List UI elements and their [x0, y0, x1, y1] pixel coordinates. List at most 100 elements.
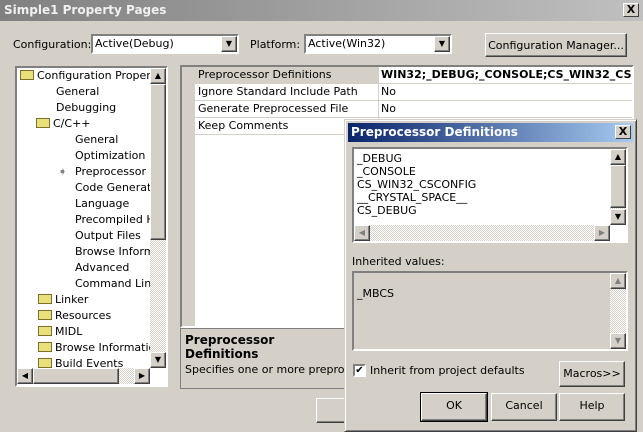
- tree-item[interactable]: MIDL: [38, 324, 82, 340]
- platform-select[interactable]: Active(Win32) ▼: [304, 34, 452, 54]
- inherited-scrollbar: ▲ ▼: [610, 273, 626, 349]
- definitions-vertical-scrollbar[interactable]: ▲ ▼: [610, 149, 626, 225]
- tree-item-label: General: [75, 133, 119, 146]
- property-row[interactable]: Ignore Standard Include Path No: [195, 84, 632, 101]
- tree-item-label: Debugging: [56, 101, 117, 114]
- tree-item[interactable]: Precompiled Headers: [75, 212, 150, 228]
- selected-arrow-icon: ➧: [58, 165, 68, 178]
- platform-value: Active(Win32): [308, 37, 386, 50]
- folder-icon: [38, 294, 52, 304]
- folder-icon: [38, 310, 52, 320]
- tree-item-label: Output Files: [75, 229, 141, 242]
- scroll-thumb[interactable]: [610, 165, 626, 208]
- tree-vertical-scrollbar[interactable]: ▲ ▼: [150, 68, 166, 368]
- help-button[interactable]: Help: [559, 393, 625, 421]
- folder-icon: [38, 358, 52, 368]
- description-panel: Preprocessor Definitions Specifies one o…: [180, 328, 424, 389]
- definition-line: _CONSOLE: [357, 165, 416, 178]
- tree-item[interactable]: Browse Information: [38, 340, 150, 356]
- scroll-down-icon: ▼: [610, 333, 626, 349]
- tree-item-label: MIDL: [55, 325, 83, 338]
- window-title-bar: Simple1 Property Pages: [0, 0, 643, 21]
- definitions-editor[interactable]: _DEBUG _CONSOLE CS_WIN32_CSCONFIG __CRYSTAL…: [352, 147, 628, 243]
- scroll-down-icon[interactable]: ▼: [150, 352, 166, 368]
- platform-label: Platform:: [250, 38, 301, 51]
- tree-item[interactable]: Command Line: [75, 276, 150, 292]
- macros-button[interactable]: Macros>>: [559, 361, 625, 387]
- settings-tree[interactable]: Configuration Properties General Debugging…: [15, 66, 168, 387]
- configuration-label: Configuration:: [13, 38, 92, 51]
- tree-horizontal-scrollbar[interactable]: ◀ ▶: [17, 368, 150, 384]
- property-name: Generate Preprocessed File: [195, 101, 379, 117]
- tree-item[interactable]: ➧ Preprocessor: [58, 164, 147, 180]
- tree-item[interactable]: Advanced: [75, 260, 129, 276]
- folder-icon: [38, 342, 52, 352]
- property-value[interactable]: WIN32;_DEBUG;_CONSOLE;CS_WIN32_CSCONFIG: [381, 67, 632, 83]
- scroll-thumb[interactable]: [150, 84, 166, 240]
- tree-item-label: C/C++: [53, 117, 91, 130]
- tree-item[interactable]: Build Events: [38, 356, 123, 368]
- tree-item-label: Command Line: [75, 277, 150, 290]
- description-text: Specifies one or more preprocessor defin…: [185, 363, 424, 376]
- definition-line: _DEBUG: [357, 152, 403, 165]
- tree-item[interactable]: Language: [75, 196, 129, 212]
- tree-item-label: Browse Information: [75, 245, 150, 258]
- tree-item[interactable]: General: [56, 84, 99, 100]
- scroll-up-icon[interactable]: ▲: [610, 149, 626, 165]
- tree-item[interactable]: Debugging: [56, 100, 116, 116]
- definition-line: CS_WIN32_CSCONFIG: [357, 178, 477, 191]
- inherited-values-box: _MBCS ▲ ▼: [352, 271, 628, 351]
- chevron-down-icon[interactable]: ▼: [434, 36, 450, 52]
- scroll-up-icon[interactable]: ▲: [150, 68, 166, 84]
- tree-item-label: Linker: [55, 293, 89, 306]
- cancel-button[interactable]: Cancel: [491, 393, 557, 421]
- window-title: Simple1 Property Pages: [4, 3, 167, 17]
- property-name: Preprocessor Definitions: [195, 67, 379, 83]
- property-value[interactable]: No: [381, 101, 396, 117]
- scroll-thumb[interactable]: [33, 368, 119, 384]
- tree-item-label: Configuration Properties: [37, 69, 150, 82]
- configuration-manager-button[interactable]: Configuration Manager...: [485, 33, 627, 57]
- chevron-down-icon[interactable]: ▼: [221, 36, 237, 52]
- configuration-select[interactable]: Active(Debug) ▼: [91, 34, 239, 54]
- open-folder-icon: [20, 70, 34, 80]
- definitions-horizontal-scrollbar[interactable]: ◀ ▶: [354, 225, 610, 241]
- tree-item-label: Advanced: [75, 261, 130, 274]
- scroll-right-icon[interactable]: ▶: [594, 225, 610, 241]
- tree-item[interactable]: Resources: [38, 308, 111, 324]
- dialog-close-button[interactable]: X: [615, 125, 631, 139]
- property-value[interactable]: No: [381, 84, 396, 100]
- tree-item-label: Resources: [55, 309, 112, 322]
- tree-item[interactable]: Configuration Properties: [20, 68, 150, 84]
- ok-button[interactable]: OK: [420, 392, 488, 422]
- inherit-checkbox-label[interactable]: Inherit from project defaults: [370, 364, 525, 377]
- property-row[interactable]: Preprocessor Definitions WIN32;_DEBUG;_CO…: [195, 67, 632, 84]
- scroll-down-icon[interactable]: ▼: [610, 209, 626, 225]
- scroll-left-icon[interactable]: ◀: [17, 368, 33, 384]
- tree-item-label: Build Events: [55, 357, 124, 368]
- scroll-left-icon[interactable]: ◀: [354, 225, 370, 241]
- tree-item-label: Browse Information: [55, 341, 150, 354]
- tree-item[interactable]: Browse Information: [75, 244, 150, 260]
- tree-item[interactable]: Output Files: [75, 228, 141, 244]
- description-title: Preprocessor Definitions: [185, 333, 275, 361]
- tree-item[interactable]: Linker: [38, 292, 88, 308]
- inherited-values-label: Inherited values:: [352, 255, 445, 268]
- scroll-right-icon[interactable]: ▶: [134, 368, 150, 384]
- dialog-title-bar: Preprocessor Definitions: [348, 123, 633, 142]
- definition-line: CS_DEBUG: [357, 204, 417, 217]
- tree-item[interactable]: C/C++: [36, 116, 91, 132]
- tree-item[interactable]: General: [75, 132, 118, 148]
- configuration-value: Active(Debug): [95, 37, 174, 50]
- close-button[interactable]: X: [623, 3, 639, 17]
- definition-line: _MBCS: [357, 287, 395, 300]
- grid-gutter: [182, 67, 195, 326]
- checkmark-icon: ✔: [355, 365, 364, 376]
- tree-item[interactable]: Optimization: [75, 148, 145, 164]
- tree-item-label: Precompiled Headers: [75, 213, 150, 226]
- inherit-checkbox[interactable]: ✔: [353, 364, 366, 377]
- tree-item-label: Preprocessor: [75, 165, 147, 178]
- property-row[interactable]: Generate Preprocessed File No: [195, 101, 632, 118]
- tree-item[interactable]: Code Generation: [75, 180, 150, 196]
- definition-line: __CRYSTAL_SPACE__: [357, 191, 468, 204]
